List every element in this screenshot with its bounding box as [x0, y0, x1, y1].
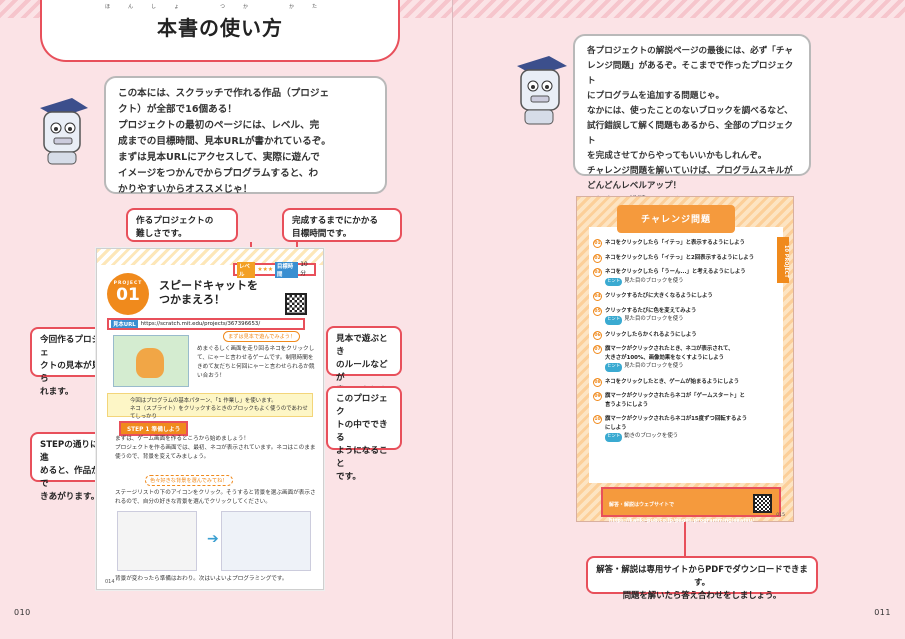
hint-pill: ヒント [605, 433, 623, 442]
challenge-item: 07 旗マークがクリックされたとき、ネコが表示されて、 大きさが100%、画像効果… [593, 345, 777, 372]
intro-speech-bubble: この本には、スクラッチで作れる作品（プロジェ クト）が全部で16個ある！ プロジ… [104, 76, 387, 195]
intro-bubble-text: この本には、スクラッチで作れる作品（プロジェ クト）が全部で16個ある！ プロジ… [118, 88, 331, 195]
challenge-item-number: 03 [593, 268, 602, 277]
level-label: レベル [237, 261, 256, 278]
challenge-item: 02 ネコをクリックしたら「イテっ」と2回表示するようにしよう [593, 253, 777, 263]
challenge-list: 01 ネコをクリックしたら「イテっ」と表示するようにしよう 02 ネコをクリックしたら… [593, 239, 777, 448]
stage-list-screenshot [117, 511, 197, 571]
challenge-item-text: ネコをクリックしたら「うーん...」と考えるようにしよう [605, 269, 746, 275]
title-tab: ほんしょ つか かた 本書の使い方 [40, 0, 400, 62]
play-description: めまぐるしく画面を走り回るネコをクリックし て、にゃーと言わせるゲームです。制限… [197, 346, 315, 379]
challenge-item-text: クリックしたらかくれるようにしよう [605, 331, 697, 338]
answer-url[interactable]: https://kanki-pub.co.jp/pages/programmin… [609, 518, 754, 524]
challenge-item-hint: ヒント 見た目のブロックを使う [605, 362, 777, 372]
qr-code-icon [285, 293, 307, 315]
challenge-page-number: 015 [776, 513, 785, 518]
project-title: スピードキャットを つかまえろ！ [159, 279, 258, 306]
challenge-item-number: 07 [593, 345, 602, 354]
hint-pill: ヒント [605, 277, 623, 286]
challenge-item-number: 08 [593, 377, 602, 387]
challenge-item: 10 旗マークがクリックされたらネコが15度ずつ回転するよう にしよう ヒント 動きの… [593, 415, 777, 442]
qr-code-icon [753, 494, 772, 513]
challenge-item-text: クリックするたびに大きくなるようにしよう [605, 293, 713, 299]
challenge-item-number: 02 [593, 253, 602, 263]
challenge-item-text: ネコをクリックしたら「イテっ」と2回表示するようにしよう [605, 254, 755, 261]
step-heading: STEP 1 準備しよう [119, 421, 189, 436]
challenge-bubble-text: 各プロジェクトの解説ページの最後には、必ず「チャ レンジ問題」があるぞ。そこまで… [587, 46, 794, 206]
challenge-item-hint: ヒント 見た目のブロックを使う [605, 315, 777, 325]
challenge-item-text: ネコをクリックしたとき、ゲームが始まるようにしよう [605, 378, 740, 385]
hint-text: 見た目のブロックを使う [624, 363, 684, 369]
challenge-banner-text: チャレンジ問題 [641, 215, 711, 225]
challenge-item: 08 ネコをクリックしたとき、ゲームが始まるようにしよう [593, 377, 777, 387]
note-box: 今回はプログラムの基本パターン、「1 作業し」を使います。 ネコ（スプライト）を… [107, 393, 313, 428]
challenge-item: 03 ネコをクリックしたら「うーん...」と考えるようにしよう ヒント 見た目のブロッ… [593, 268, 777, 286]
challenge-item: 01 ネコをクリックしたら「イテっ」と表示するようにしよう [593, 239, 777, 248]
challenge-item-number: 04 [593, 292, 602, 301]
play-sample-pill: まずは見本で遊んでみよう！ [223, 331, 301, 342]
challenge-item: 05 クリックするたびに色を変えてみよう ヒント 見た目のブロックを使う [593, 306, 777, 325]
page-title: 本書の使い方 [157, 16, 283, 40]
right-page-number: 011 [874, 608, 891, 617]
callout-difficulty: 作るプロジェクトの 難しさです。 [126, 208, 238, 242]
callout-target-time: 完成するまでにかかる 目標時間です。 [282, 208, 402, 242]
hint-pill: ヒント [605, 363, 623, 372]
time-label: 目標時間 [275, 261, 299, 278]
hint-text: 動きのブロックを使う [624, 433, 679, 439]
sample-page-number: 014 [105, 579, 115, 585]
stage-instructions: ステージリストの下のアイコンをクリック。そうすると背景を選ぶ画面が表示さ れるの… [115, 490, 316, 505]
challenge-speech-bubble: 各プロジェクトの解説ページの最後には、必ず「チャ レンジ問題」があるぞ。そこまで… [573, 34, 811, 206]
challenge-item: 09 旗マークがクリックされたらネコが「ゲームスタート」と 言うようにしよう [593, 392, 777, 409]
url-label: 見本URL [111, 320, 138, 328]
challenge-item-number: 10 [593, 415, 602, 424]
challenge-side-tab: 10 PROJECT [777, 237, 789, 283]
sample-url[interactable]: https://scratch.mit.edu/projects/3673966… [141, 321, 260, 327]
project-number-badge: PROJECT 01 [107, 273, 149, 315]
challenge-item: 06 クリックしたらかくれるようにしよう [593, 330, 777, 340]
challenge-item-number: 09 [593, 392, 602, 401]
arrow-right-icon: ➔ [207, 531, 219, 547]
challenge-item: 04 クリックするたびに大きくなるようにしよう [593, 292, 777, 301]
sample-project-page: レベル ★★★ 目標時間 10分 PROJECT 01 スピードキャットを つか… [96, 248, 324, 590]
time-value: 10分 [300, 262, 308, 277]
answer-label: 解答・解説はウェブサイトで [609, 502, 675, 508]
callout-download: 解答・解説は専用サイトからPDFでダウンロードできます。 問題を解いたら答え合わ… [586, 556, 818, 600]
hint-pill: ヒント [605, 316, 623, 325]
challenge-item-hint: ヒント 見た目のブロックを使う [605, 277, 777, 286]
game-screenshot [113, 335, 189, 387]
challenge-item-text: ネコをクリックしたら「イテっ」と表示するようにしよう [605, 240, 745, 246]
left-page-number: 010 [14, 608, 31, 617]
backdrop-picker-screenshot [221, 511, 311, 571]
challenge-item-hint: ヒント 動きのブロックを使う [605, 432, 777, 442]
challenge-banner: チャレンジ問題 [617, 205, 735, 233]
title-ruby: ほんしょ つか かた [104, 4, 335, 10]
left-page: ほんしょ つか かた 本書の使い方 この本には、スクラッチで作れる作品（プロジェ… [0, 0, 452, 639]
sample-url-bar: 見本URL https://scratch.mit.edu/projects/3… [107, 318, 305, 330]
hint-text: 見た目のブロックを使う [624, 316, 684, 322]
challenge-panel: チャレンジ問題 10 PROJECT 01 ネコをクリックしたら「イテっ」と表示す… [576, 196, 794, 524]
professor-robot-mascot-icon [40, 98, 88, 165]
challenge-item-number: 06 [593, 330, 602, 340]
right-page: 各プロジェクトの解説ページの最後には、必ず「チャ レンジ問題」があるぞ。そこまで… [453, 0, 905, 639]
challenge-item-text: 旗マークがクリックされたらネコが15度ずつ回転するよう にしよう [605, 416, 748, 431]
tip-pill: 色々好きな背景を選んでみてね！ [145, 475, 233, 486]
after-text: 背景が変わったら準備はおわり。次はいよいよプログラミングです。 [115, 576, 288, 582]
step-description: まずは、ゲーム画面を作るところから始めましょう！ プロジェクトを作る画面では、最… [115, 436, 316, 460]
project-number: 01 [116, 285, 140, 305]
challenge-item-text: 旗マークがクリックされたとき、ネコが表示されて、 大きさが100%、画像効果をな… [605, 346, 734, 361]
challenge-item-text: クリックするたびに色を変えてみよう [605, 307, 697, 314]
top-stripe-border-right [453, 0, 905, 18]
connector-download [684, 522, 686, 556]
callout-play-rules: 見本で遊ぶとき のルールなどが 書いてあります。 [326, 326, 402, 409]
level-time-badge: レベル ★★★ 目標時間 10分 [233, 261, 316, 278]
challenge-item-number: 05 [593, 306, 602, 316]
challenge-item-text: 旗マークがクリックされたらネコが「ゲームスタート」と 言うようにしよう [605, 393, 745, 408]
hint-text: 見た目のブロックを使う [624, 277, 684, 284]
professor-robot-mascot-icon [517, 56, 567, 125]
callout-inside: このプロジェク トの中でできる ようになること です。 [326, 386, 402, 482]
level-stars: ★★★ [257, 266, 274, 273]
challenge-item-number: 01 [593, 239, 602, 248]
